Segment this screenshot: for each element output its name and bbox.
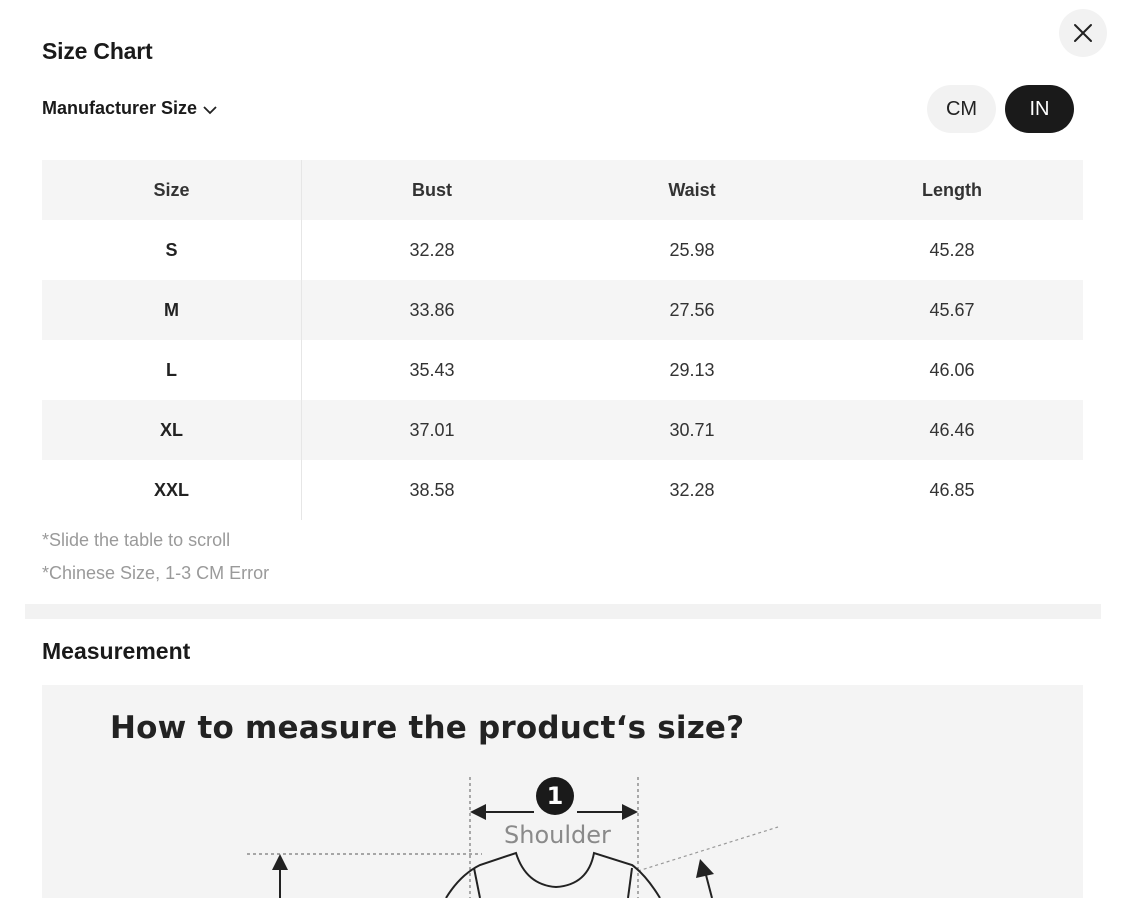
table-header-cell: Bust <box>412 179 452 200</box>
table-header-row: Size Bust Waist Length <box>42 160 1083 220</box>
unit-in-button[interactable]: IN <box>1005 85 1074 133</box>
table-cell: 32.28 <box>669 479 715 500</box>
table-cell: M <box>42 280 302 340</box>
size-error-note: *Chinese Size, 1-3 CM Error <box>42 563 270 583</box>
section-divider <box>25 604 1101 619</box>
measure-point-badge: 1 <box>536 777 574 815</box>
table-row: XL 37.01 30.71 46.46 <box>42 400 1083 460</box>
table-cell: 30.71 <box>669 419 715 440</box>
modal-title: Size Chart <box>42 38 153 64</box>
table-cell: S <box>42 220 302 280</box>
table-cell: 45.67 <box>929 299 975 320</box>
table-header-cell: Size <box>42 160 302 220</box>
table-cell: 27.56 <box>669 299 715 320</box>
table-cell: 33.86 <box>409 299 455 320</box>
measurement-image: How to measure the product‘s size? 1 Sho… <box>42 685 1083 898</box>
table-cell: 37.01 <box>409 419 455 440</box>
table-cell: XXL <box>42 460 302 520</box>
table-row: M 33.86 27.56 45.67 <box>42 280 1083 340</box>
table-cell: 35.43 <box>409 359 455 380</box>
table-row: L 35.43 29.13 46.06 <box>42 340 1083 400</box>
table-header-cell: Waist <box>668 179 716 200</box>
table-cell: 45.28 <box>929 239 975 260</box>
close-button[interactable] <box>1059 9 1107 57</box>
size-table[interactable]: Size Bust Waist Length S 32.28 25.98 45.… <box>42 160 1083 520</box>
size-type-label: Manufacturer Size <box>42 98 198 118</box>
table-cell: 46.46 <box>929 419 975 440</box>
table-cell: L <box>42 340 302 400</box>
unit-cm-button[interactable]: CM <box>927 85 996 133</box>
table-cell: 38.58 <box>409 479 455 500</box>
table-cell: XL <box>42 400 302 460</box>
table-cell: 46.06 <box>929 359 975 380</box>
table-cell: 25.98 <box>669 239 715 260</box>
scroll-note: *Slide the table to scroll <box>42 530 231 550</box>
shoulder-label: Shoulder <box>504 821 611 849</box>
table-row: XXL 38.58 32.28 46.85 <box>42 460 1083 520</box>
table-cell: 32.28 <box>409 239 455 260</box>
table-cell: 46.85 <box>929 479 975 500</box>
close-icon <box>1074 24 1092 42</box>
table-row: S 32.28 25.98 45.28 <box>42 220 1083 280</box>
size-chart-modal: Size Chart Manufacturer Size CM IN Size … <box>0 0 1123 910</box>
measurement-title: Measurement <box>42 638 191 664</box>
table-header-cell: Length <box>922 179 982 200</box>
unit-toggle: CM IN <box>927 85 1074 133</box>
table-cell: 29.13 <box>669 359 715 380</box>
chevron-down-icon <box>203 106 217 115</box>
size-type-dropdown[interactable]: Manufacturer Size <box>42 98 217 119</box>
